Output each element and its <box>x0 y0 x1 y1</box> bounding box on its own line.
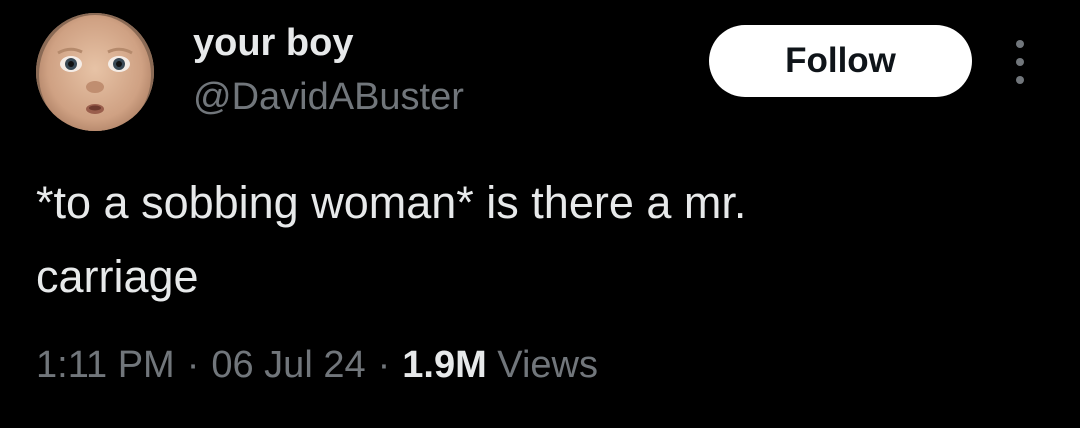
meta-separator: · <box>377 344 391 386</box>
tweet-card: your boy @DavidABuster Follow *to a sobb… <box>0 0 1080 428</box>
dot <box>1016 76 1024 84</box>
dot <box>1016 40 1024 48</box>
author-display-name[interactable]: your boy <box>193 20 353 66</box>
tweet-meta: 1:11 PM · 06 Jul 24 · 1.9M Views <box>36 340 598 390</box>
more-vertical-icon[interactable] <box>1003 40 1037 84</box>
tweet-text: *to a sobbing woman* is there a mr. carr… <box>36 166 1016 314</box>
views-count[interactable]: 1.9M <box>402 344 486 386</box>
tweet-text-line: *to a sobbing woman* is there a mr. <box>36 177 747 228</box>
author-handle[interactable]: @DavidABuster <box>193 74 464 120</box>
follow-button[interactable]: Follow <box>709 25 972 97</box>
tweet-text-line: carriage <box>36 251 199 302</box>
tweet-time[interactable]: 1:11 PM <box>36 344 175 386</box>
baby-face-avatar-icon <box>36 13 154 131</box>
views-label[interactable]: Views <box>497 344 598 386</box>
meta-separator: · <box>186 344 200 386</box>
dot <box>1016 58 1024 66</box>
tweet-date[interactable]: 06 Jul 24 <box>211 344 365 386</box>
author-avatar[interactable] <box>36 13 154 131</box>
